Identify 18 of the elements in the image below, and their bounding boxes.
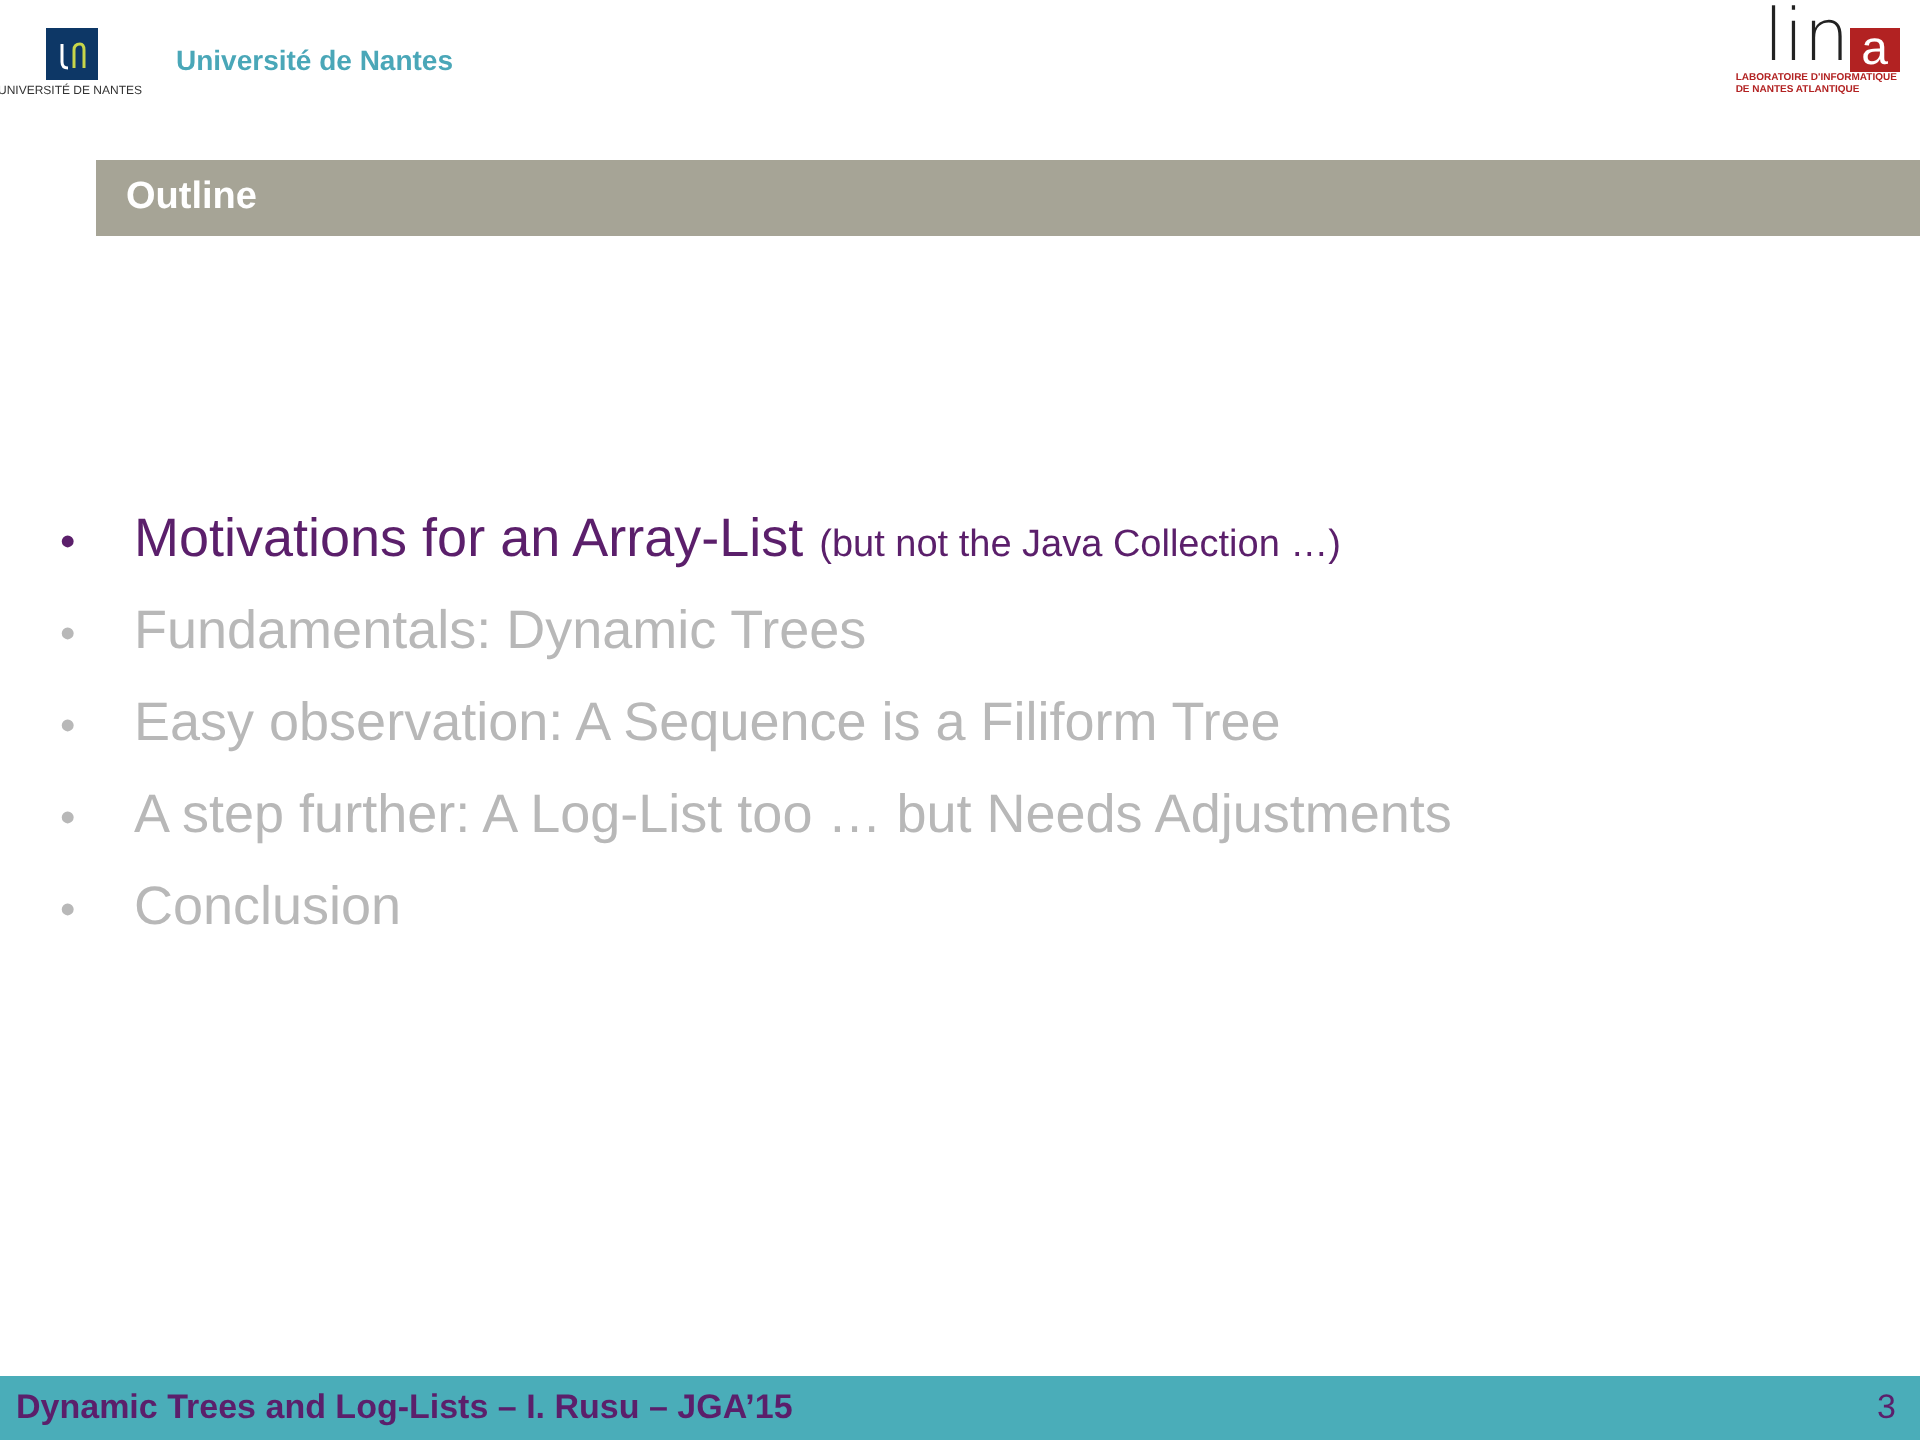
outline-item: A step further: A Log-List too … but Needs Adjustments xyxy=(134,784,1452,846)
bullet: • xyxy=(60,884,78,936)
bullet: • xyxy=(60,516,78,568)
outline-item: Fundamentals: Dynamic Trees xyxy=(134,600,867,662)
page-number: 3 xyxy=(1877,1388,1896,1428)
title-bar: Outline xyxy=(96,160,1920,236)
outline-note: (but not the Java Collection …) xyxy=(819,524,1341,568)
bullet: • xyxy=(60,792,78,844)
logo-letter-box: a xyxy=(1849,28,1900,72)
bullet: • xyxy=(60,608,78,660)
bullet: • xyxy=(60,700,78,752)
outline-item: Motivations for an Array-List xyxy=(134,508,804,570)
footer-text: Dynamic Trees and Log-Lists – I. Rusu – JGA’15 xyxy=(16,1388,793,1428)
outline-item: Conclusion xyxy=(134,876,402,938)
outline-item: Easy observation: A Sequence is a Filiform Tree xyxy=(134,692,1281,754)
logo-letters: lin xyxy=(1763,4,1850,72)
university-name: Université de Nantes xyxy=(176,44,453,76)
university-logo-icon xyxy=(46,28,98,80)
